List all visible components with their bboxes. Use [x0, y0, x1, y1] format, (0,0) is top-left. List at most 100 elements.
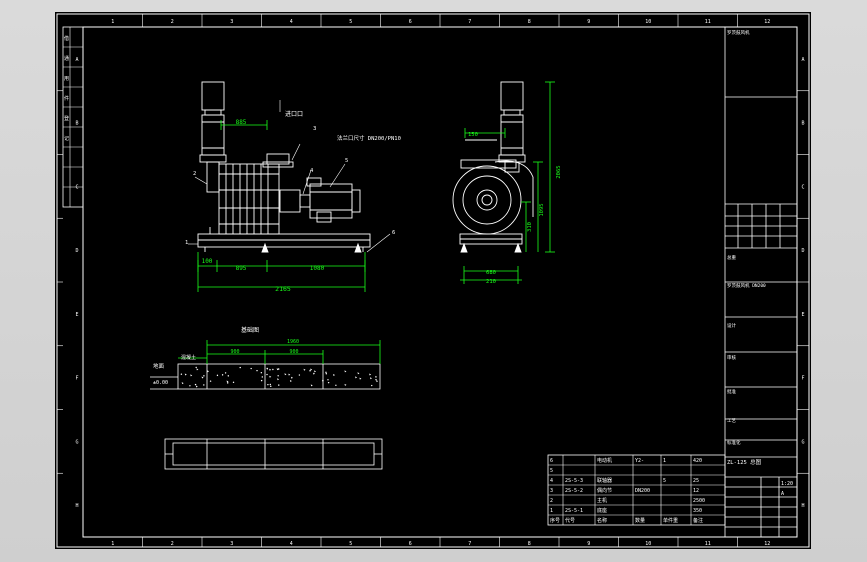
strip-label: 记: [64, 135, 69, 142]
silencer-top: [201, 81, 225, 111]
zone-label-bottom: 12: [764, 541, 770, 547]
title-block-note: 总重: [727, 254, 736, 261]
bom-header: 名称: [597, 517, 607, 524]
zone-label-top: 9: [587, 19, 590, 25]
bom-cell: 2S-5-2: [565, 488, 583, 494]
dim-100: 100: [202, 258, 213, 265]
title-block-note: 审核: [727, 354, 736, 361]
title-block-note: 标准化: [727, 439, 741, 446]
title-block-note: 罗茨鼓风机: [727, 29, 750, 36]
strip-label: 件: [64, 95, 69, 102]
bom-cell: 2500: [693, 498, 705, 504]
inner-frame: [82, 26, 798, 538]
base-plan-view[interactable]: [164, 438, 383, 470]
front-view[interactable]: [197, 81, 371, 253]
zone-label-right: D: [801, 248, 804, 254]
zone-label-top: 2: [171, 19, 174, 25]
bill-of-materials[interactable]: 6 电动机 Y2- 1 420 5 4 2S-5-3 联轴器 5 25 3 2S-5-2 偶向节 DN200…: [547, 454, 726, 526]
bom-cell: 偶向节: [597, 487, 612, 494]
title-block-note: 批准: [727, 388, 736, 395]
zone-label-bottom: 4: [290, 541, 293, 547]
left-document-strip: 借通用件登记: [62, 26, 84, 208]
drawing-scale: 1:20: [781, 481, 793, 487]
zone-label-left: E: [75, 312, 78, 318]
bom-cell: 2S-5-3: [565, 478, 583, 484]
bom-header: 数量: [635, 517, 645, 524]
strip-label: 登: [64, 115, 69, 122]
coupling: [279, 189, 301, 213]
blower-casing: [218, 163, 280, 235]
bom-cell: 2: [550, 498, 553, 504]
foundation-hatch: [180, 366, 379, 388]
bom-cell: 2S-5-1: [565, 508, 583, 514]
dim-1080: 1080: [310, 265, 325, 272]
bom-cell: 1: [663, 458, 666, 464]
strip-label: 借: [64, 35, 69, 42]
dim-885: 885: [236, 119, 247, 126]
zone-label-bottom: 6: [409, 541, 412, 547]
zone-label-left: G: [75, 439, 78, 445]
flange-note: 法兰口尺寸 DN200/PN10: [337, 134, 401, 142]
strip-label: 通: [64, 55, 69, 62]
side-view[interactable]: [452, 81, 534, 253]
dim-310: 310: [527, 222, 533, 232]
bom-cell: 420: [693, 458, 702, 464]
zone-label-right: A: [801, 57, 804, 63]
bom-cell: 联轴器: [597, 477, 612, 484]
dim-150: 150: [468, 132, 478, 138]
bom-header: 备注: [693, 517, 703, 524]
balloon-2: 2: [193, 171, 196, 177]
title-block-note: 设计: [727, 322, 736, 329]
zone-marks-bottom: 1 2 3 4 5 6 7 8 9 10 11 12: [111, 537, 770, 547]
zone-label-right: B: [801, 121, 804, 127]
zone-label-top: 5: [349, 19, 352, 25]
drawing-canvas: 1 2 3 4 5 6 7 8 9 10 11 12 1 2 3 4 5 6 7 8 9 10 11 12 ABCDEFGH…: [56, 13, 810, 548]
zone-label-right: F: [801, 376, 804, 382]
drawing-revision: A: [781, 491, 784, 497]
dim-680: 680: [486, 270, 496, 276]
zone-marks-left: A B C D E F G H: [57, 57, 79, 509]
side-view-dimensions: [460, 81, 555, 284]
bom-cell: 电动机: [597, 457, 612, 464]
front-view-dimensions: [197, 120, 366, 292]
zone-label-top: 8: [528, 19, 531, 25]
zone-label-bottom: 5: [349, 541, 352, 547]
bom-cell: 底座: [597, 507, 607, 514]
bom-cell: 350: [693, 508, 702, 514]
zone-label-left: B: [75, 121, 78, 127]
zone-label-left: D: [75, 248, 78, 254]
zone-label-bottom: 7: [468, 541, 471, 547]
zone-label-bottom: 8: [528, 541, 531, 547]
bom-cell: 12: [693, 488, 699, 494]
front-view-leaders: [188, 100, 391, 253]
zone-label-bottom: 11: [705, 541, 711, 547]
dim-210: 210: [486, 279, 496, 285]
title-block-notes: 罗茨鼓风机总重罗茨鼓风机 DN200 设计审核批准工艺标准化: [727, 29, 766, 446]
zone-label-top: 11: [705, 19, 711, 25]
title-block-note: 罗茨鼓风机 DN200: [727, 282, 766, 289]
bom-header: 单件重: [663, 517, 678, 524]
bom-cell: 3: [550, 488, 553, 494]
foundation-dim-total: 1960: [287, 339, 299, 345]
balloon-1: 1: [185, 240, 188, 246]
dim-1095: 1095: [539, 203, 545, 216]
zone-label-top: 4: [290, 19, 293, 25]
dim-895: 895: [236, 265, 247, 272]
foundation-title: 基础图: [241, 326, 259, 334]
bom-cell: 4: [550, 478, 553, 484]
title-block-note: 工艺: [727, 418, 736, 424]
outer-frame: [56, 13, 810, 548]
zone-marks-top: 1 2 3 4 5 6 7 8 9 10 11 12: [111, 14, 770, 27]
drawing-sheet[interactable]: 1 2 3 4 5 6 7 8 9 10 11 12 1 2 3 4 5 6 7 8 9 10 11 12 ABCDEFGH…: [55, 12, 811, 549]
zone-label-bottom: 10: [645, 541, 651, 547]
bom-cell: 主机: [597, 497, 607, 504]
zone-label-left: F: [75, 376, 78, 382]
bom-cell: 25: [693, 478, 699, 484]
bom-cell: DN200: [635, 488, 650, 494]
bom-cell: 1: [550, 508, 553, 514]
zone-label-bottom: 1: [111, 541, 114, 547]
zone-label-top: 6: [409, 19, 412, 25]
dim-2065: 2065: [556, 165, 562, 178]
bom-header: 序号: [550, 517, 560, 524]
zone-label-right: G: [801, 439, 804, 445]
